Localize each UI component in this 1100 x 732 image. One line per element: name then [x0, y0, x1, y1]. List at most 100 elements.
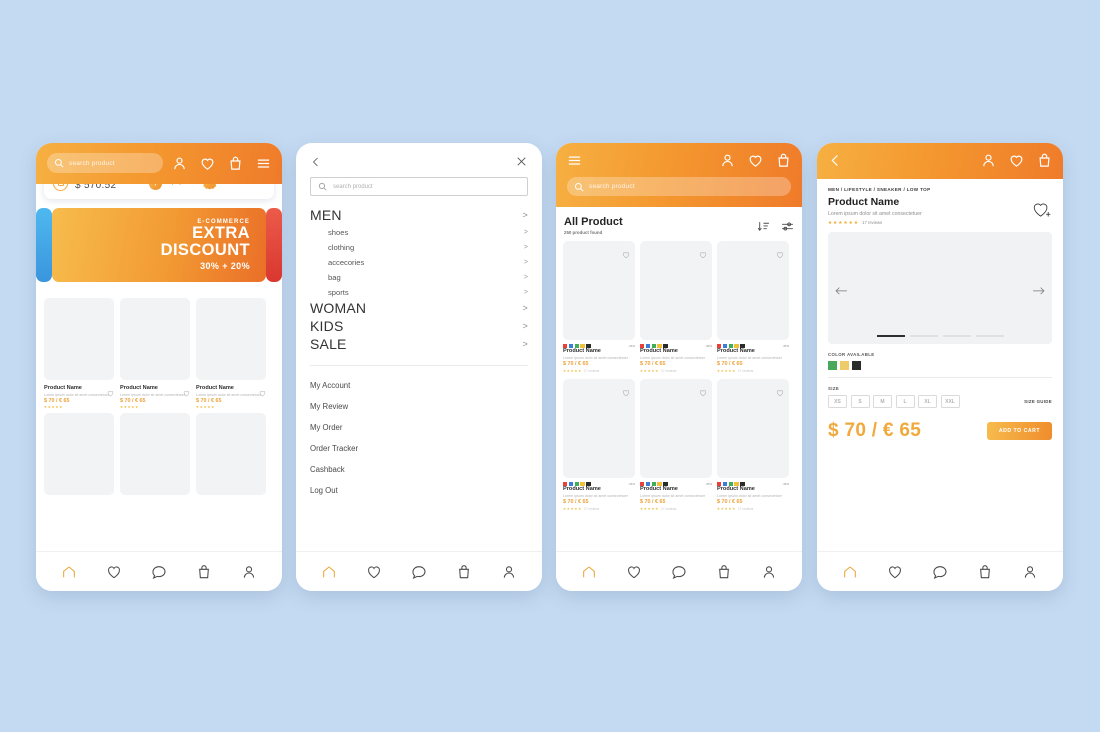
gallery-indicator[interactable] — [876, 334, 905, 337]
nav-chat-icon[interactable] — [671, 564, 687, 580]
size-option-xl[interactable]: XL — [918, 395, 937, 408]
search-input[interactable]: search product — [47, 153, 163, 173]
menu-subitem-sports[interactable]: sports > — [310, 285, 528, 300]
balance-card[interactable]: My Balance $ 570.52 Top Up % 7 Promos av… — [44, 184, 274, 199]
nav-heart-icon[interactable] — [887, 564, 903, 580]
menu-category-kids[interactable]: KIDS > — [310, 318, 528, 334]
person-icon[interactable] — [172, 156, 187, 171]
gallery-prev-icon[interactable] — [835, 283, 848, 295]
carousel-slide-prev[interactable] — [36, 208, 52, 282]
menu-link-log-out[interactable]: Log Out — [310, 480, 528, 501]
bag-icon[interactable] — [776, 153, 791, 168]
nav-bag-icon[interactable] — [196, 564, 212, 580]
color-option[interactable] — [852, 361, 861, 370]
size-options[interactable]: XS S M L XL XXL SIZE GUIDE — [828, 395, 1052, 408]
size-option-xs[interactable]: XS — [828, 395, 847, 408]
wishlist-heart-icon[interactable] — [699, 384, 707, 397]
gallery-pagination[interactable] — [828, 334, 1052, 337]
nav-heart-icon[interactable] — [106, 564, 122, 580]
bag-icon[interactable] — [1037, 153, 1052, 168]
menu-subitem-clothing[interactable]: clothing > — [310, 240, 528, 255]
heart-icon[interactable] — [200, 156, 215, 171]
product-card[interactable]: -45% Product Name Lorem ipsum dolor sit am… — [563, 241, 635, 373]
wishlist-heart-icon[interactable] — [183, 384, 190, 397]
product-card[interactable] — [120, 412, 190, 495]
wishlist-heart-icon[interactable] — [776, 384, 784, 397]
nav-home-icon[interactable] — [61, 564, 77, 580]
wishlist-heart-icon[interactable] — [776, 246, 784, 259]
search-input[interactable]: search product — [567, 177, 791, 196]
hamburger-menu-icon[interactable] — [567, 153, 582, 168]
back-icon[interactable] — [828, 153, 843, 168]
nav-person-icon[interactable] — [1022, 564, 1038, 580]
nav-home-icon[interactable] — [842, 564, 858, 580]
size-guide-link[interactable]: SIZE GUIDE — [1024, 399, 1052, 404]
close-icon[interactable] — [515, 155, 528, 168]
product-card[interactable]: -45% Product Name Lorem ipsum dolor sit am… — [640, 378, 712, 511]
nav-person-icon[interactable] — [241, 564, 257, 580]
product-card[interactable]: Product Name Lorem ipsum dolor sit amet c… — [44, 298, 114, 409]
promo-carousel[interactable]: E-COMMERCE EXTRA DISCOUNT 30% + 20% — [36, 208, 282, 292]
carousel-slide-active[interactable]: E-COMMERCE EXTRA DISCOUNT 30% + 20% — [52, 208, 266, 282]
back-icon[interactable] — [310, 156, 322, 168]
heart-icon[interactable] — [1009, 153, 1024, 168]
bottom-navigation[interactable] — [296, 551, 542, 591]
gallery-indicator[interactable] — [909, 334, 938, 337]
carousel-slide-next[interactable] — [266, 208, 282, 282]
nav-chat-icon[interactable] — [411, 564, 427, 580]
nav-bag-icon[interactable] — [456, 564, 472, 580]
product-card[interactable]: -45% Product Name Lorem ipsum dolor sit am… — [563, 378, 635, 511]
wishlist-heart-icon[interactable] — [259, 384, 266, 397]
color-option[interactable] — [840, 361, 849, 370]
nav-person-icon[interactable] — [761, 564, 777, 580]
color-options[interactable] — [828, 361, 1052, 370]
size-option-s[interactable]: S — [850, 395, 870, 408]
bottom-navigation[interactable] — [556, 551, 802, 591]
nav-heart-icon[interactable] — [366, 564, 382, 580]
product-card[interactable] — [44, 412, 114, 495]
gallery-next-icon[interactable] — [1032, 283, 1045, 295]
nav-person-icon[interactable] — [501, 564, 517, 580]
wishlist-heart-icon[interactable] — [107, 384, 114, 397]
wishlist-heart-icon[interactable] — [622, 384, 630, 397]
product-card[interactable]: -45% Product Name Lorem ipsum dolor sit am… — [640, 241, 712, 373]
gallery-indicator[interactable] — [975, 334, 1004, 337]
product-card[interactable]: Product Name Lorem ipsum dolor sit amet c… — [120, 298, 190, 409]
menu-link-my-order[interactable]: My Order — [310, 417, 528, 438]
product-card[interactable]: Product Name Lorem ipsum dolor sit amet c… — [196, 298, 266, 409]
nav-home-icon[interactable] — [321, 564, 337, 580]
menu-link-my-account[interactable]: My Account — [310, 375, 528, 396]
menu-subitem-accecories[interactable]: accecories > — [310, 255, 528, 270]
menu-link-my-review[interactable]: My Review — [310, 396, 528, 417]
menu-subitem-bag[interactable]: bag > — [310, 270, 528, 285]
promos-action[interactable]: % 7 Promos available — [203, 184, 263, 190]
bottom-navigation[interactable] — [817, 551, 1063, 591]
bag-icon[interactable] — [228, 156, 243, 171]
product-card[interactable] — [196, 412, 266, 495]
menu-category-men[interactable]: MEN > — [310, 207, 528, 223]
heart-icon[interactable] — [748, 153, 763, 168]
bottom-navigation[interactable] — [36, 551, 282, 591]
product-card[interactable]: -45% Product Name Lorem ipsum dolor sit am… — [717, 378, 789, 511]
menu-category-sale[interactable]: SALE > — [310, 336, 528, 352]
person-icon[interactable] — [720, 153, 735, 168]
color-option[interactable] — [828, 361, 837, 370]
person-icon[interactable] — [981, 153, 996, 168]
top-up-action[interactable]: Top Up — [149, 184, 182, 190]
filter-icon[interactable] — [781, 220, 794, 233]
add-to-cart-button[interactable]: ADD TO CART — [986, 422, 1052, 440]
wishlist-heart-icon[interactable] — [699, 246, 707, 259]
nav-home-icon[interactable] — [581, 564, 597, 580]
product-gallery[interactable] — [828, 232, 1052, 344]
menu-category-woman[interactable]: WOMAN > — [310, 300, 528, 316]
menu-link-cashback[interactable]: Cashback — [310, 459, 528, 480]
size-option-m[interactable]: M — [873, 395, 892, 408]
sort-icon[interactable] — [757, 220, 770, 233]
add-to-wishlist-icon[interactable] — [1033, 200, 1052, 219]
menu-search-input[interactable]: search product — [310, 177, 528, 196]
gallery-indicator[interactable] — [942, 334, 971, 337]
nav-chat-icon[interactable] — [932, 564, 948, 580]
wishlist-heart-icon[interactable] — [622, 246, 630, 259]
nav-bag-icon[interactable] — [716, 564, 732, 580]
size-option-l[interactable]: L — [895, 395, 915, 408]
